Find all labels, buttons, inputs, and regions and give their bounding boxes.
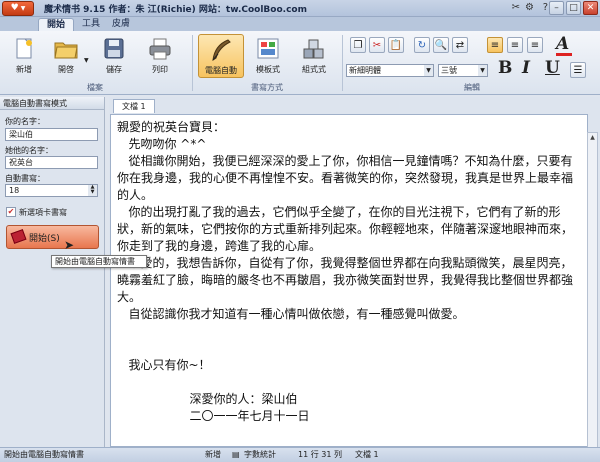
- your-name-label: 你的名字：: [5, 117, 45, 126]
- letter-line: 二〇一一年七月十一日: [117, 409, 310, 423]
- quill-pen-icon: [212, 39, 231, 62]
- print-button[interactable]: 列印: [142, 37, 178, 77]
- copy-icon[interactable]: ❐: [350, 37, 366, 53]
- save-disk-icon: [104, 38, 124, 59]
- love-letter-icon: [10, 229, 27, 244]
- font-name-select[interactable]: 新細明體 ▼: [346, 64, 434, 77]
- font-size-select[interactable]: 三號 ▼: [438, 64, 488, 77]
- start-tooltip: 開始由電腦自動寫情書: [51, 255, 147, 268]
- tab-document-1[interactable]: 文檔 1: [113, 99, 155, 113]
- tab-start[interactable]: 開始: [38, 18, 75, 31]
- auto-write-panel: 電腦自動書寫模式 你的名字： 梁山伯 她他的名字： 祝英台 自動書寫： 18 ▲…: [0, 97, 147, 447]
- status-document: 文檔 1: [355, 450, 379, 459]
- combo-write-button[interactable]: 組式式: [296, 37, 332, 77]
- auto-write-label: 自動書寫：: [5, 174, 45, 183]
- new-button[interactable]: 新增: [6, 37, 42, 77]
- writing-group-label: 書寫方式: [251, 83, 283, 92]
- letter-line: 先吻吻你 ^*^: [117, 137, 207, 151]
- align-right-icon[interactable]: ≡: [527, 37, 543, 53]
- status-bar: 開始由電腦自動寫情書 新增 ▤ 字數統計 11 行 31 列 文檔 1: [0, 447, 600, 462]
- letter-line: 親愛的祝英台寶貝：: [117, 120, 226, 134]
- printer-icon: [149, 38, 171, 60]
- your-name-input[interactable]: 梁山伯: [5, 128, 98, 141]
- letter-line: [117, 374, 581, 391]
- word-count-button[interactable]: 字數統計: [244, 448, 276, 462]
- help-icon[interactable]: ?: [543, 2, 548, 13]
- template-icon: [257, 38, 279, 59]
- letter-line: 從相識你開始，我便已經深深的愛上了你，你相信一見鐘情嗎？不知為什麼，只要有你在我…: [117, 154, 574, 202]
- heart-icon: ♥: [10, 3, 19, 13]
- letter-line: 親愛的，我想告訴你，自從有了你，我覺得整個世界都在向我點頭微笑，晨星閃亮，曉霧羞…: [117, 256, 574, 304]
- file-group-label: 檔案: [87, 83, 103, 92]
- vertical-scrollbar[interactable]: ▲ ▼: [587, 132, 598, 462]
- new-tab-label: 新選項卡書寫: [19, 208, 67, 217]
- save-button[interactable]: 儲存: [96, 37, 132, 77]
- font-color-swatch: [556, 53, 572, 56]
- bold-button[interactable]: B: [498, 58, 512, 78]
- cut-icon[interactable]: ✂: [369, 37, 385, 53]
- letter-line: [117, 323, 581, 340]
- letter-text[interactable]: 親愛的祝英台寶貝： 先吻吻你 ^*^ 從相識你開始，我便已經深深的愛上了你，你相…: [111, 115, 587, 429]
- letter-line: 我心只有你~！: [117, 358, 211, 372]
- close-button[interactable]: ✕: [583, 1, 598, 15]
- title-bar: ♥ ▼ 魔术情书 9.15 作者：朱 江(Richie) 网站：tw.CoolBo…: [0, 0, 600, 17]
- edit-group-label: 編輯: [464, 83, 480, 92]
- chevron-down-icon: ▼: [424, 65, 433, 76]
- align-center-icon[interactable]: ≡: [507, 37, 523, 53]
- her-name-input[interactable]: 祝英台: [5, 156, 98, 169]
- tab-tools[interactable]: 工具: [74, 18, 108, 31]
- cursor-position: 11 行 31 列: [298, 450, 342, 459]
- status-mode: 新增: [205, 450, 221, 459]
- chevron-down-icon: ▼: [20, 4, 26, 12]
- chevron-down-icon[interactable]: ▼: [84, 57, 89, 64]
- font-color-icon[interactable]: A: [556, 34, 569, 54]
- app-menu-button[interactable]: ♥ ▼: [2, 0, 34, 16]
- new-tab-checkbox[interactable]: ✔: [6, 207, 16, 217]
- her-name-label: 她他的名字：: [5, 146, 53, 155]
- align-left-icon[interactable]: ≡: [487, 37, 503, 53]
- start-button[interactable]: 開始(S): [6, 225, 99, 249]
- word-count-icon: ▤: [232, 450, 240, 459]
- new-document-icon: [16, 38, 32, 59]
- folder-icon: [54, 42, 78, 59]
- window-title: 魔术情书 9.15 作者：朱 江(Richie) 网站：tw.CoolBoo.c…: [44, 4, 307, 15]
- list-icon[interactable]: ☰: [570, 62, 586, 78]
- status-message: 開始由電腦自動寫情書: [4, 450, 84, 459]
- scroll-up-icon[interactable]: ▲: [588, 133, 597, 143]
- refresh-icon[interactable]: ↻: [414, 37, 430, 53]
- tools-icon[interactable]: ✂: [512, 2, 520, 13]
- ribbon: 新增 開啓 ▼ 儲存 列印 檔案 電腦自動 模板式 組式式 書寫方式 ❐ ✂ 📋…: [0, 31, 600, 95]
- editor-area: 文檔 1 親愛的祝英台寶貝： 先吻吻你 ^*^ 從相識你開始，我便已經深深的愛上…: [109, 97, 600, 462]
- paste-icon[interactable]: 📋: [388, 37, 404, 53]
- mouse-cursor-icon: ➤: [64, 238, 75, 252]
- italic-button[interactable]: I: [522, 58, 530, 78]
- letter-line: 深愛你的人：梁山伯: [117, 392, 298, 406]
- maximize-button[interactable]: □: [566, 1, 581, 15]
- template-button[interactable]: 模板式: [250, 37, 286, 77]
- replace-icon[interactable]: ⇄: [452, 37, 468, 53]
- open-button[interactable]: 開啓: [48, 37, 84, 77]
- letter-line: [117, 340, 581, 357]
- document-editor[interactable]: 親愛的祝英台寶貝： 先吻吻你 ^*^ 從相識你開始，我便已經深深的愛上了你，你相…: [110, 114, 598, 462]
- underline-button[interactable]: U: [545, 58, 560, 78]
- tab-skin[interactable]: 皮膚: [104, 18, 138, 31]
- letter-line: 自從認識你我才知道有一種心情叫做依戀，有一種感覺叫做愛。: [117, 307, 465, 321]
- blocks-icon: [303, 39, 324, 59]
- gear-icon[interactable]: ⚙: [525, 2, 534, 13]
- minimize-button[interactable]: –: [549, 1, 564, 15]
- letter-line: 你的出現打亂了我的過去，它們似乎全變了，在你的目光注視下，它們有了新的形狀，新的…: [117, 205, 574, 253]
- ribbon-tabs: 開始 工具 皮膚: [0, 17, 600, 31]
- stepper-arrows-icon[interactable]: ▲ ▼: [88, 185, 97, 196]
- auto-write-button[interactable]: 電腦自動: [198, 34, 244, 78]
- find-icon[interactable]: 🔍: [433, 37, 449, 53]
- chevron-down-icon: ▼: [478, 65, 487, 76]
- panel-title: 電腦自動書寫模式: [0, 97, 104, 110]
- ribbon-separator: [192, 35, 193, 91]
- auto-write-stepper[interactable]: 18 ▲ ▼: [5, 184, 98, 197]
- ribbon-separator: [342, 35, 343, 91]
